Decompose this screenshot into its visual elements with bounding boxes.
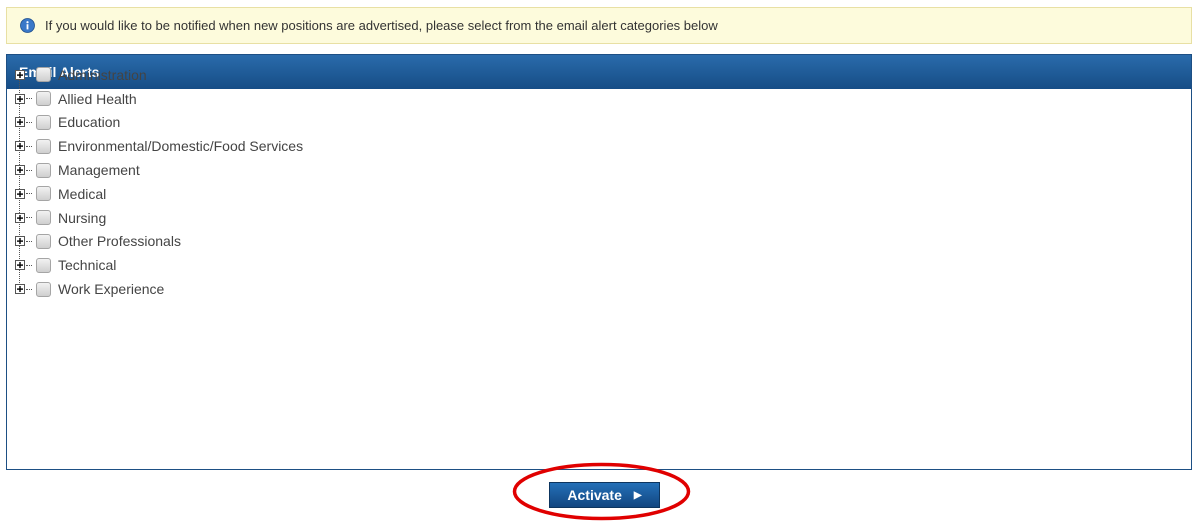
tree-item: Allied Health [15,87,515,111]
category-label[interactable]: Allied Health [58,91,137,107]
category-label[interactable]: Education [58,114,120,130]
category-label[interactable]: Other Professionals [58,233,181,249]
category-label[interactable]: Nursing [58,210,106,226]
category-label[interactable]: Work Experience [58,281,164,297]
category-checkbox[interactable] [36,281,51,297]
activate-label: Activate [567,487,622,503]
tree-connector [26,264,32,266]
notice-text: If you would like to be notified when ne… [45,18,718,33]
expand-plus-icon[interactable] [15,93,25,104]
category-checkbox[interactable] [36,138,51,154]
tree-connector [26,288,32,290]
tree-item: Medical [15,182,515,206]
expand-plus-icon[interactable] [15,236,25,247]
category-checkbox[interactable] [36,162,51,178]
category-label[interactable]: Management [58,162,140,178]
tree-connector [26,217,32,219]
category-tree: Administration Allied Health Education Envi… [15,63,515,301]
tree-item: Education [15,111,515,135]
activate-button[interactable]: Activate ▶ [549,482,660,508]
tree-connector [26,121,32,123]
category-label[interactable]: Technical [58,257,116,273]
expand-plus-icon[interactable] [15,117,25,128]
tree-item: Work Experience [15,277,515,301]
expand-plus-icon[interactable] [15,188,25,199]
arrow-right-icon: ▶ [633,489,642,501]
category-checkbox[interactable] [36,67,51,83]
category-checkbox[interactable] [36,257,51,273]
category-checkbox[interactable] [36,114,51,130]
category-label[interactable]: Medical [58,186,106,202]
tree-item: Technical [15,253,515,277]
tree-item: Other Professionals [15,230,515,254]
expand-plus-icon[interactable] [15,260,25,271]
tree-connector [26,169,32,171]
expand-plus-icon[interactable] [15,165,25,176]
category-checkbox[interactable] [36,186,51,202]
info-icon [20,18,35,33]
category-checkbox[interactable] [36,210,51,226]
info-notice: If you would like to be notified when ne… [6,7,1192,44]
activate-area: Activate ▶ [509,460,694,523]
category-checkbox[interactable] [36,233,51,249]
tree-item: Administration [15,63,515,87]
expand-plus-icon[interactable] [15,284,25,295]
expand-plus-icon[interactable] [15,141,25,152]
expand-plus-icon[interactable] [15,212,25,223]
category-checkbox[interactable] [36,91,51,107]
tree-item: Nursing [15,206,515,230]
expand-plus-icon[interactable] [15,69,25,80]
tree-connector [26,145,32,147]
category-label[interactable]: Administration [58,67,147,83]
category-label[interactable]: Environmental/Domestic/Food Services [58,138,303,154]
tree-item: Management [15,158,515,182]
tree-connector [26,240,32,242]
tree-connector [26,193,32,195]
tree-connector [26,98,32,100]
tree-item: Environmental/Domestic/Food Services [15,134,515,158]
